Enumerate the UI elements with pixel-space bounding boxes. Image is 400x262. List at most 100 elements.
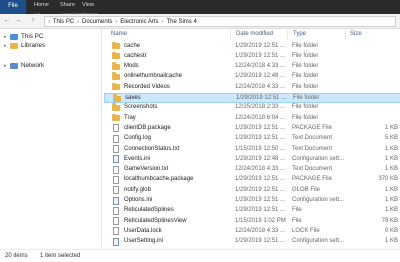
file-size: 370 KB (378, 176, 398, 183)
breadcrumb-the-sims-4[interactable]: The Sims 4 (166, 19, 196, 25)
file-date: 12/24/2018 4:33 ... (235, 166, 286, 173)
file-type: File folder (292, 83, 319, 90)
file-row[interactable]: Config.log 1/29/2019 12:51 ... Text Docume… (104, 134, 400, 144)
column-header-row: Name Date modified Type Size (104, 29, 400, 40)
file-type: File folder (293, 95, 320, 101)
file-size: 1 KB (384, 238, 398, 245)
file-row[interactable]: ConnectionStatus.txt 1/15/2019 12:50 ... T… (104, 144, 400, 154)
nav-item-libraries[interactable]: ▸ Libraries (4, 41, 45, 50)
file-type: Configuration sett... (292, 197, 345, 203)
file-row[interactable]: localthumbcache.package 1/29/2019 12:51 .… (104, 175, 400, 185)
file-icon (113, 165, 119, 174)
config-file-icon (113, 155, 119, 164)
breadcrumb-separator: › (161, 18, 164, 25)
column-divider[interactable] (230, 30, 231, 39)
file-icon (113, 145, 119, 153)
column-header-name[interactable]: Name (111, 31, 127, 37)
column-header-date[interactable]: Date modified (236, 31, 273, 37)
file-type: LOCK File (292, 227, 320, 234)
file-icon (113, 227, 119, 236)
network-icon (10, 62, 18, 69)
file-row[interactable]: UserSetting.ini 1/29/2019 12:51 ... Config… (104, 237, 400, 247)
forward-button[interactable]: → (13, 16, 23, 26)
libraries-icon (10, 42, 18, 49)
breadcrumb-this-pc[interactable]: This PC (53, 19, 74, 25)
file-row[interactable]: Recorded Videos 12/24/2018 4:33 ... File f… (104, 82, 400, 92)
pane-divider[interactable] (101, 29, 102, 247)
selection-count: 1 item selected (40, 253, 81, 259)
file-row[interactable]: Options.ini 1/29/2019 12:51 ... Configurat… (104, 196, 400, 206)
file-size: 5 KB (384, 135, 398, 142)
ribbon: File Home Cut Share Control Panel View W… (0, 0, 400, 16)
file-row[interactable]: ReticulatedSplines 1/29/2019 12:51 ... Fil… (104, 206, 400, 216)
file-row[interactable]: onlinethumbnailcache 1/29/2019 12:48 ... F… (104, 72, 400, 82)
file-date: 1/29/2019 12:51 ... (235, 124, 286, 131)
file-type: File folder (292, 42, 319, 49)
file-date: 12/24/2018 4:33 ... (235, 63, 286, 70)
column-divider[interactable] (345, 30, 346, 39)
file-row[interactable]: GameVersion.txt 12/24/2018 4:33 ... Text D… (104, 165, 400, 175)
folder-icon (112, 72, 120, 80)
status-bar: 20 items 1 item selected (0, 249, 400, 262)
file-row[interactable]: Mods 12/24/2018 4:33 ... File folder (104, 62, 400, 72)
breadcrumb-separator: › (48, 18, 50, 25)
tab-home[interactable]: Home Cut (34, 0, 49, 16)
file-date: 1/29/2019 12:51 ... (235, 186, 286, 193)
file-row[interactable]: Screenshots 12/25/2018 2:33 ... File folde… (104, 103, 400, 113)
file-type: Text Document (292, 145, 333, 152)
file-date: 12/24/2018 4:33 ... (235, 83, 286, 90)
file-date: 1/29/2019 12:51 ... (235, 135, 286, 142)
file-date: 1/29/2019 12:51 ... (235, 238, 286, 245)
nav-item-label: This PC (21, 33, 44, 40)
file-tab[interactable]: File (0, 0, 26, 14)
file-type: File folder (292, 104, 319, 111)
file-date: 1/29/2019 12:51 ... (236, 95, 287, 101)
file-size: 0 KB (384, 227, 398, 234)
tab-view[interactable]: View Windows (82, 0, 98, 16)
file-name: ReticulatedSplines (124, 207, 174, 214)
file-row[interactable]: cachestr 1/29/2019 12:51 ... File folder (104, 51, 400, 61)
file-date: 12/25/2018 2:33 ... (235, 104, 286, 111)
file-size: 1 KB (384, 145, 398, 152)
file-row[interactable]: UserData.lock 12/24/2018 4:33 ... LOCK Fil… (104, 226, 400, 236)
file-name: ConnectionStatus.txt (124, 145, 180, 152)
file-row[interactable]: clientDB.package 1/29/2019 12:51 ... PACKA… (104, 123, 400, 133)
file-row[interactable]: cache 1/29/2019 12:51 ... File folder (104, 41, 400, 51)
up-button[interactable]: ↑ (28, 16, 38, 26)
file-name: cachestr (124, 52, 147, 59)
file-type: File (292, 217, 302, 224)
file-type: Configuration sett... (292, 238, 345, 245)
file-row[interactable]: notify.glob 1/29/2019 12:51 ... GLOB File 1… (104, 185, 400, 195)
file-size: 1 KB (384, 155, 398, 162)
folder-icon (112, 41, 120, 49)
folder-icon (112, 51, 120, 60)
computer-icon (10, 33, 18, 40)
address-bar[interactable]: › This PC › Documents › Electronic Arts … (44, 16, 396, 27)
column-header-type[interactable]: Type (293, 31, 306, 37)
file-size: 78 KB (381, 217, 398, 224)
file-date: 1/29/2019 12:48 ... (235, 155, 286, 162)
file-name: localthumbcache.package (124, 176, 194, 183)
column-divider[interactable] (287, 30, 288, 39)
file-name: Screenshots (124, 104, 158, 111)
file-icon (113, 124, 119, 133)
file-type: PACKAGE File (292, 124, 332, 131)
file-name: UserSetting.ini (124, 238, 164, 245)
file-row[interactable]: saves 1/29/2019 12:51 ... File folder (104, 92, 400, 103)
back-button[interactable]: ← (2, 16, 12, 26)
nav-item-this-pc[interactable]: ▸ This PC (4, 32, 43, 41)
file-row[interactable]: Tray 12/24/2018 6:04 ... File folder (104, 113, 400, 123)
file-name: Events.ini (124, 155, 151, 162)
breadcrumb-electronic-arts[interactable]: Electronic Arts (120, 19, 158, 25)
file-row[interactable]: Events.ini 1/29/2019 12:48 ... Configurati… (104, 154, 400, 164)
nav-item-network[interactable]: ▸ Network (4, 61, 44, 70)
config-file-icon (113, 196, 119, 205)
file-date: 1/29/2019 12:51 ... (235, 52, 286, 59)
column-header-size[interactable]: Size (350, 31, 362, 37)
file-type: File folder (292, 63, 319, 70)
file-row[interactable]: ReticulatedSplinesView 1/15/2019 1:02 PM F… (104, 216, 400, 226)
file-size: 1 KB (384, 197, 398, 203)
tab-share[interactable]: Share Control Panel (60, 0, 84, 16)
breadcrumb-documents[interactable]: Documents (82, 19, 112, 25)
folder-icon (112, 82, 120, 91)
